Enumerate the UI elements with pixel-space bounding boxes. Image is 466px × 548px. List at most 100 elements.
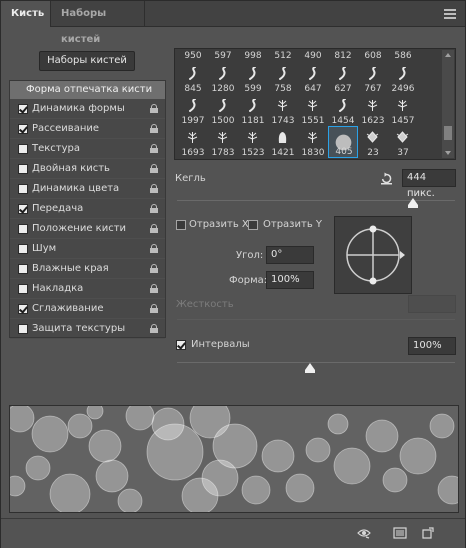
brush-tip-cell[interactable]: 758 (268, 62, 298, 94)
brush-tip-cell[interactable]: 1997 (178, 94, 208, 126)
brush-tip-cell[interactable]: 998 (238, 49, 268, 63)
list-item-checkbox[interactable] (18, 264, 28, 274)
brush-settings-list: Форма отпечатка кисти Динамика формы Расс… (9, 80, 166, 339)
angle-handle-icon[interactable] (400, 251, 405, 259)
brush-tip-cell[interactable]: 1551 (298, 94, 328, 126)
brush-tip-cell[interactable]: 490 (298, 49, 328, 63)
scroll-down-icon[interactable] (445, 151, 451, 155)
lock-icon[interactable] (150, 204, 158, 213)
list-item[interactable]: Сглаживание (10, 299, 165, 319)
brush-tip-grid: 950 597 998 512 490 812 608 586 845 1280 599 758 647… (174, 48, 456, 160)
spacing-checkbox[interactable] (176, 340, 186, 350)
brush-tip-cell[interactable]: 597 (208, 49, 238, 63)
brush-tip-cell[interactable]: 1457 (388, 94, 418, 126)
brush-tip-cell[interactable]: 37 (388, 126, 418, 158)
brush-tip-cell[interactable]: 647 (298, 62, 328, 94)
lock-icon[interactable] (150, 104, 158, 113)
scroll-up-icon[interactable] (445, 53, 451, 57)
list-item[interactable]: Защита текстуры (10, 319, 165, 339)
list-item[interactable]: Передача (10, 199, 165, 219)
brush-tip-cell[interactable]: 1743 (268, 94, 298, 126)
flip-x-checkbox[interactable] (176, 220, 186, 230)
spacing-slider[interactable] (177, 362, 455, 363)
tab-brush[interactable]: Кисть (1, 1, 51, 27)
brush-tip-cell[interactable]: 1623 (358, 94, 388, 126)
brush-tip-cell[interactable]: 23 (358, 126, 388, 158)
list-item-checkbox[interactable] (18, 204, 28, 214)
lock-icon[interactable] (150, 144, 158, 153)
lock-icon[interactable] (150, 244, 158, 253)
list-item[interactable]: Положение кисти (10, 219, 165, 239)
flip-y-checkbox[interactable] (248, 220, 258, 230)
reset-size-icon[interactable] (380, 172, 393, 185)
new-brush-icon[interactable] (421, 527, 435, 539)
list-item-label: Положение кисти (32, 223, 127, 234)
list-item[interactable]: Текстура (10, 139, 165, 159)
brush-tip-cell[interactable]: 627 (328, 62, 358, 94)
scroll-thumb[interactable] (444, 126, 452, 140)
list-item-checkbox[interactable] (18, 284, 28, 294)
brush-tip-cell[interactable]: 512 (268, 49, 298, 63)
panel-menu-icon[interactable] (444, 9, 456, 19)
brush-presets-button[interactable]: Наборы кистей (39, 51, 135, 71)
list-item-checkbox[interactable] (18, 104, 28, 114)
brush-tip-cell[interactable]: 586 (388, 49, 418, 63)
brush-tip-cell[interactable]: 950 (178, 49, 208, 63)
brush-tip-cell[interactable]: 1830 (298, 126, 328, 158)
toggle-eye-icon[interactable] (357, 527, 371, 539)
spacing-slider-knob[interactable] (305, 363, 316, 373)
list-item-checkbox[interactable] (18, 164, 28, 174)
brush-tip-cell[interactable]: 1693 (178, 126, 208, 158)
list-item-checkbox[interactable] (18, 144, 28, 154)
brush-tip-cell[interactable]: 767 (358, 62, 388, 94)
brush-tip-cell[interactable]: 1454 (328, 94, 358, 126)
lock-icon[interactable] (150, 124, 158, 133)
brush-tip-cell[interactable]: 2496 (388, 62, 418, 94)
list-item-checkbox[interactable] (18, 124, 28, 134)
lock-icon[interactable] (150, 224, 158, 233)
list-item-checkbox[interactable] (18, 324, 28, 334)
tab-brush-presets[interactable]: Наборы кистей (51, 1, 145, 45)
brush-tip-cell[interactable]: 812 (328, 49, 358, 63)
brush-tip-cell[interactable]: 608 (358, 49, 388, 63)
brush-tip-cell[interactable]: 405 (328, 126, 358, 158)
brush-tip-cell[interactable]: 1523 (238, 126, 268, 158)
brush-tip-cell[interactable]: 1280 (208, 62, 238, 94)
list-item[interactable]: Динамика цвета (10, 179, 165, 199)
brush-tip-cell[interactable]: 1500 (208, 94, 238, 126)
list-item-checkbox[interactable] (18, 244, 28, 254)
brush-tip-cell[interactable]: 599 (238, 62, 268, 94)
list-item-checkbox[interactable] (18, 184, 28, 194)
brush-tip-cell[interactable]: 845 (178, 62, 208, 94)
brush-tip-cell[interactable]: 1181 (238, 94, 268, 126)
list-item-checkbox[interactable] (18, 304, 28, 314)
list-item[interactable]: Шум (10, 239, 165, 259)
angle-field[interactable]: 0° (266, 246, 314, 264)
brush-tip-cell[interactable]: 1421 (268, 126, 298, 158)
list-item[interactable]: Рассеивание (10, 119, 165, 139)
grid-scrollbar[interactable] (442, 50, 454, 158)
lock-icon[interactable] (150, 184, 158, 193)
lock-icon[interactable] (150, 164, 158, 173)
roundness-field[interactable]: 100% (266, 271, 314, 289)
lock-icon[interactable] (150, 304, 158, 313)
size-field[interactable]: 444 пикс. (402, 169, 456, 199)
size-slider-knob[interactable] (408, 198, 419, 208)
list-item[interactable]: Накладка (10, 279, 165, 299)
panel-footer (1, 518, 465, 548)
brush-tip-shape-header[interactable]: Форма отпечатка кисти (10, 81, 165, 99)
brush-tip-cell[interactable]: 1783 (208, 126, 238, 158)
list-item[interactable]: Влажные края (10, 259, 165, 279)
list-item[interactable]: Двойная кисть (10, 159, 165, 179)
lock-icon[interactable] (150, 264, 158, 273)
spacing-field[interactable]: 100% (408, 337, 456, 355)
list-item-checkbox[interactable] (18, 224, 28, 234)
grid-icon[interactable] (393, 527, 407, 539)
list-item-label: Сглаживание (32, 303, 104, 314)
brush-size-label: 599 (244, 84, 262, 94)
brush-size-label: 2496 (391, 84, 415, 94)
lock-icon[interactable] (150, 324, 158, 333)
lock-icon[interactable] (150, 284, 158, 293)
hardness-field (408, 295, 456, 313)
list-item[interactable]: Динамика формы (10, 99, 165, 119)
